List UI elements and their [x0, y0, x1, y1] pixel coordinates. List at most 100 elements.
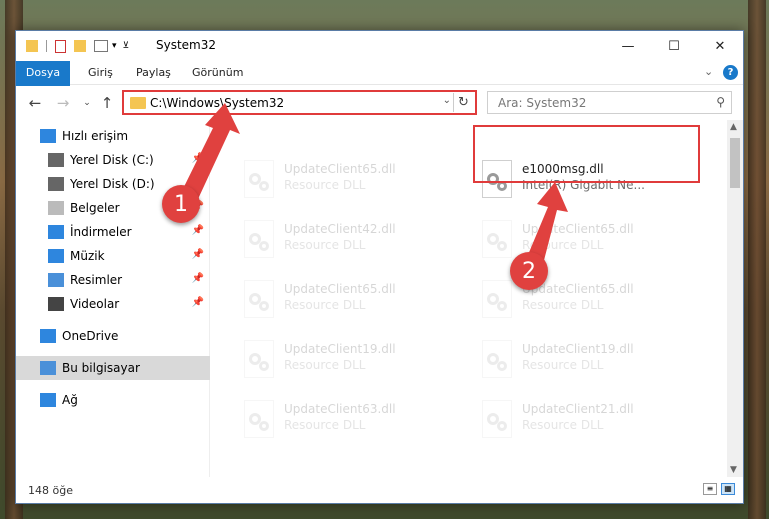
download-icon: [48, 225, 64, 239]
back-button[interactable]: ←: [26, 94, 44, 112]
view-options-icon[interactable]: [94, 40, 108, 52]
item-count: 148 öğe: [28, 484, 73, 497]
pictures-icon: [48, 273, 64, 287]
sidebar-item[interactable]: Bu bilgisayar: [16, 356, 210, 380]
vertical-scrollbar[interactable]: ▲ ▼: [727, 120, 743, 477]
dll-file-icon: [244, 220, 274, 258]
recent-locations-button[interactable]: ⌄: [78, 94, 96, 112]
address-bar[interactable]: C:\Windows\System32 ⌄ ↻: [122, 90, 477, 115]
dll-file-icon: [244, 280, 274, 318]
videos-icon: [48, 297, 64, 311]
tab-home[interactable]: Giriş: [76, 61, 125, 85]
file-name: UpdateClient42.dll: [284, 222, 396, 236]
network-icon: [40, 393, 56, 407]
highlight-box: [473, 125, 700, 183]
dll-file-icon: [482, 400, 512, 438]
file-name: UpdateClient63.dll: [284, 402, 396, 416]
search-input[interactable]: Ara: System32 ⚲: [487, 91, 732, 114]
maximize-button[interactable]: ☐: [651, 31, 697, 61]
navigation-pane: Hızlı erişim Yerel Disk (C:) 📌 Yerel Disk (…: [16, 120, 210, 477]
sidebar-item-label: Hızlı erişim: [62, 129, 129, 143]
sidebar-item[interactable]: Ağ: [16, 388, 210, 412]
ribbon-collapse-icon[interactable]: ⌄: [704, 65, 713, 78]
sidebar-item[interactable]: Videolar 📌: [16, 292, 210, 316]
file-description: Resource DLL: [522, 298, 604, 312]
file-name: UpdateClient65.dll: [284, 282, 396, 296]
drive-icon: [48, 177, 64, 191]
dll-file-icon: [244, 160, 274, 198]
search-icon[interactable]: ⚲: [716, 95, 725, 109]
pin-icon[interactable]: 📌: [192, 153, 204, 164]
tab-share[interactable]: Paylaş: [124, 61, 183, 85]
file-tile[interactable]: UpdateClient65.dll Resource DLL: [236, 276, 466, 326]
sidebar-item-label: Belgeler: [70, 201, 120, 215]
up-button[interactable]: ↑: [98, 94, 116, 112]
file-name: UpdateClient65.dll: [284, 162, 396, 176]
file-tile[interactable]: UpdateClient65.dll Resource DLL: [474, 276, 704, 326]
sidebar-item-label: Videolar: [70, 297, 120, 311]
file-description: Resource DLL: [522, 418, 604, 432]
sidebar-item-label: Müzik: [70, 249, 105, 263]
cloud-icon: [40, 329, 56, 343]
customize-toolbar-icon[interactable]: ⊻: [123, 41, 130, 51]
sidebar-item[interactable]: Yerel Disk (C:) 📌: [16, 148, 210, 172]
file-name: UpdateClient19.dll: [522, 342, 634, 356]
sidebar-item[interactable]: Müzik 📌: [16, 244, 210, 268]
tiles-view-icon[interactable]: ▦: [721, 483, 735, 495]
status-bar: 148 öğe ≡ ▦: [16, 477, 743, 503]
step-1-marker: 1: [162, 185, 200, 223]
properties-icon[interactable]: [55, 39, 66, 53]
file-tile[interactable]: UpdateClient63.dll Resource DLL: [236, 396, 466, 446]
file-description: Resource DLL: [522, 358, 604, 372]
scroll-up-icon[interactable]: ▲: [730, 122, 737, 132]
address-path[interactable]: C:\Windows\System32: [150, 96, 284, 110]
sidebar-item[interactable]: OneDrive: [16, 324, 210, 348]
folder-icon: [130, 97, 146, 109]
sidebar-item[interactable]: Resimler 📌: [16, 268, 210, 292]
file-name: UpdateClient19.dll: [284, 342, 396, 356]
file-tile[interactable]: UpdateClient21.dll Resource DLL: [474, 396, 704, 446]
star-icon: [40, 129, 56, 143]
drive-icon: [48, 153, 64, 167]
pin-icon[interactable]: 📌: [192, 297, 204, 308]
window-title: System32: [156, 38, 217, 52]
address-row: ← → ⌄ ↑ C:\Windows\System32 ⌄ ↻ Ara: Sys…: [16, 86, 743, 120]
file-description: Resource DLL: [284, 418, 366, 432]
title-bar: ▾ ⊻ System32 — ☐ ✕: [16, 31, 743, 61]
file-tile[interactable]: UpdateClient65.dll Resource DLL: [474, 216, 704, 266]
file-description: Resource DLL: [284, 238, 366, 252]
quick-access-toolbar: ▾ ⊻: [26, 38, 129, 54]
pin-icon[interactable]: 📌: [192, 177, 204, 188]
file-tile[interactable]: UpdateClient19.dll Resource DLL: [474, 336, 704, 386]
ribbon: Dosya Giriş Paylaş Görünüm ⌄ ?: [16, 61, 743, 111]
help-icon[interactable]: ?: [723, 65, 738, 80]
pin-icon[interactable]: 📌: [192, 225, 204, 236]
dll-file-icon: [482, 280, 512, 318]
view-toggle: ≡ ▦: [703, 483, 735, 495]
pin-icon[interactable]: 📌: [192, 273, 204, 284]
scrollbar-thumb[interactable]: [730, 138, 740, 188]
forward-button[interactable]: →: [54, 94, 72, 112]
separator: [46, 40, 47, 52]
chevron-down-icon[interactable]: ⌄: [443, 95, 451, 106]
background-tree: [748, 0, 766, 519]
sidebar-item-label: Ağ: [62, 393, 78, 407]
minimize-button[interactable]: —: [605, 31, 651, 61]
sidebar-item-label: Yerel Disk (C:): [70, 153, 154, 167]
tab-view[interactable]: Görünüm: [180, 61, 255, 85]
refresh-button[interactable]: ↻: [453, 93, 473, 112]
file-tile[interactable]: UpdateClient65.dll Resource DLL: [236, 156, 466, 206]
dll-file-icon: [244, 340, 274, 378]
file-tile[interactable]: UpdateClient42.dll Resource DLL: [236, 216, 466, 266]
file-tile[interactable]: UpdateClient19.dll Resource DLL: [236, 336, 466, 386]
scroll-down-icon[interactable]: ▼: [730, 465, 737, 475]
sidebar-item-label: OneDrive: [62, 329, 119, 343]
close-button[interactable]: ✕: [697, 31, 743, 61]
details-view-icon[interactable]: ≡: [703, 483, 717, 495]
chevron-down-icon[interactable]: ▾: [112, 41, 117, 51]
sidebar-item[interactable]: Hızlı erişim: [16, 124, 210, 148]
folder-icon: [26, 40, 38, 52]
new-folder-icon[interactable]: [74, 40, 86, 52]
sidebar-item[interactable]: İndirmeler 📌: [16, 220, 210, 244]
pin-icon[interactable]: 📌: [192, 249, 204, 260]
